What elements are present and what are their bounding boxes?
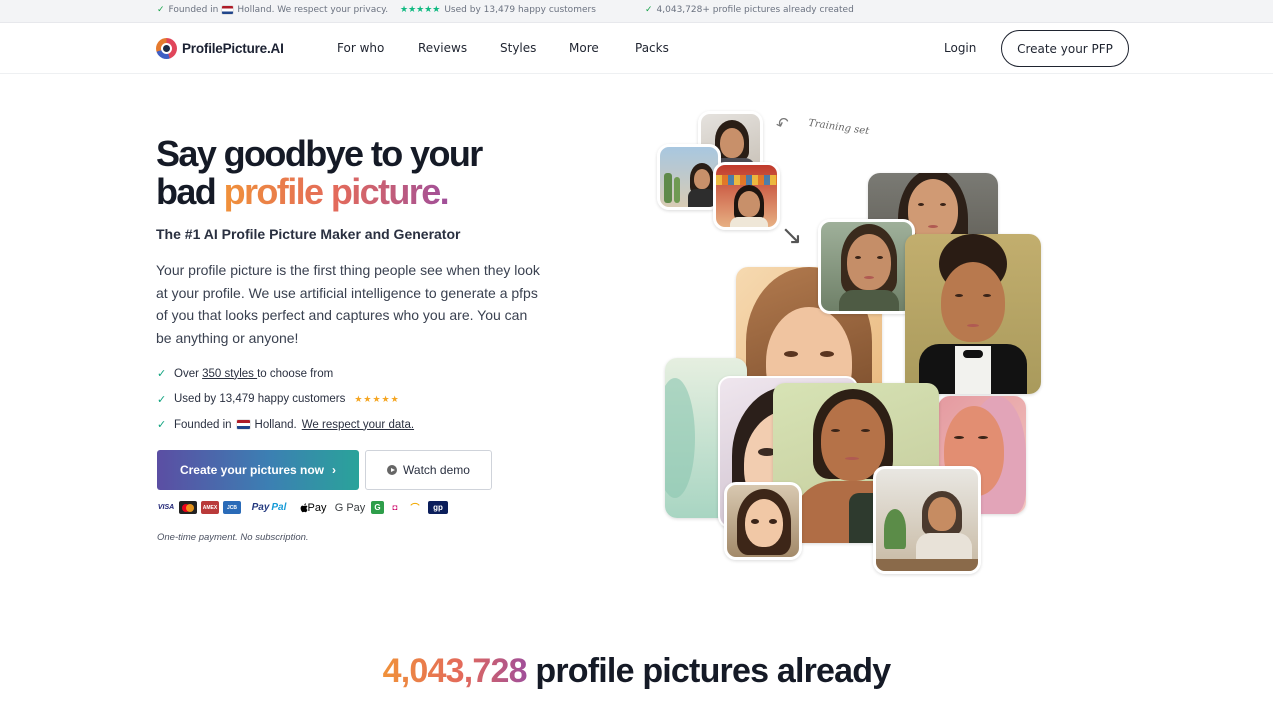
apple-pay-text: Pay [307,501,327,514]
create-pfp-button[interactable]: Create your PFP [1001,30,1129,67]
payment-methods: VISA AMEX JCB Pay Pal Pay G Pay G ◘ ⌒ gp [157,501,448,514]
jcb-icon: JCB [223,501,241,514]
stats-headline: 4,043,728 profile pictures already [0,652,1273,691]
amex-icon: AMEX [201,501,219,514]
curved-arrow-icon: ↶ [773,112,793,135]
headline-accent: profile picture. [223,171,450,212]
main-navigation: ProfilePicture.AI For who Reviews Styles… [0,23,1273,74]
check-icon: ✓ [157,393,167,406]
watch-demo-label: Watch demo [403,463,470,477]
check-icon: ✓ [645,5,653,15]
paypal-icon: Pay Pal [245,501,293,514]
topbar-created-text: 4,043,728+ profile pictures already crea… [656,5,854,15]
create-pictures-button[interactable]: Create your pictures now › [157,450,359,490]
announcement-bar: ✓ Founded in Holland. We respect your pr… [0,0,1273,23]
create-pictures-label: Create your pictures now [179,463,325,477]
paypal-word-2: Pal [271,502,287,513]
watch-demo-button[interactable]: Watch demo [365,450,492,490]
topbar-founded-suffix: Holland. We respect your privacy. [237,5,389,15]
styles-link[interactable]: 350 styles [202,368,257,380]
check-icon: ✓ [157,419,167,432]
check-icon: ✓ [157,368,167,381]
logo-text: ProfilePicture.AI [182,41,284,56]
hero-description: Your profile picture is the first thing … [156,262,540,346]
bullet-text: Holland. [254,418,297,431]
topbar-founded: ✓ Founded in Holland. We respect your pr… [157,5,388,15]
privacy-link[interactable]: We respect your data. [302,419,414,431]
headline-plain: bad [156,171,224,212]
netherlands-flag-icon [222,6,234,14]
nav-link-for-who[interactable]: For who [337,41,384,55]
apple-logo-icon [300,502,308,512]
star-rating-icon: ★★★★★ [400,5,441,15]
logo-icon [156,38,177,59]
topbar-created: ✓ 4,043,728+ profile pictures already cr… [645,5,854,15]
logo[interactable]: ProfilePicture.AI [156,38,284,59]
nav-link-packs[interactable]: Packs [635,41,669,55]
hero-subheading: The #1 AI Profile Picture Maker and Gene… [156,226,461,242]
bank-green-icon: G [371,501,384,514]
paypal-word-1: Pay [251,502,270,513]
generated-photo-cafe [873,466,981,574]
arrow-down-right-icon: ↓ [774,218,812,256]
visa-icon: VISA [157,504,175,511]
stats-number: 4,043,728 [382,652,528,690]
mastercard-icon [179,501,197,514]
list-item: ✓ Founded in Holland. We respect your da… [157,412,414,438]
headline-line1: Say goodbye to your [156,133,483,174]
topbar-used-by: Used by 13,479 happy customers [444,5,596,15]
stats-text: profile pictures already [526,652,891,690]
chevron-right-icon: › [332,463,337,477]
topbar-rating: ★★★★★ Used by 13,479 happy customers [400,5,596,15]
list-item: ✓ Used by 13,479 happy customers ★★★★★ [157,387,414,413]
generated-photo-small-anime [724,482,802,560]
bullet-text: Founded in [174,418,232,431]
giropay-icon: gp [428,501,448,514]
list-item: ✓ Over 350 styles to choose from [157,361,414,387]
nav-link-reviews[interactable]: Reviews [418,41,467,55]
bullet-text: Used by 13,479 happy customers [174,393,346,406]
apple-pay-icon: Pay [297,501,329,514]
play-icon [387,465,398,475]
feature-list: ✓ Over 350 styles to choose from ✓ Used … [157,361,414,438]
check-icon: ✓ [157,5,165,15]
training-photo-3 [713,162,780,230]
netherlands-flag-icon [236,420,250,430]
login-link[interactable]: Login [944,41,976,55]
star-rating-icon: ★★★★★ [354,393,400,404]
generated-photo-tuxedo [905,234,1041,394]
google-pay-icon: G Pay [334,501,366,514]
bullet-text: to choose from [257,367,334,380]
nav-link-styles[interactable]: Styles [500,41,536,55]
payment-note: One-time payment. No subscription. [157,532,309,543]
nav-link-more[interactable]: More [569,41,599,55]
generated-photo-portrait [818,219,915,314]
hero-headline: Say goodbye to your bad profile picture. [156,135,576,211]
training-set-label: Training set [807,117,870,138]
training-photo-2 [657,144,721,210]
bancontact-icon: ⌒ [410,503,420,513]
bullet-text: Over [174,367,203,380]
topbar-founded-prefix: Founded in [168,5,219,15]
ideal-icon: ◘ [392,503,398,512]
